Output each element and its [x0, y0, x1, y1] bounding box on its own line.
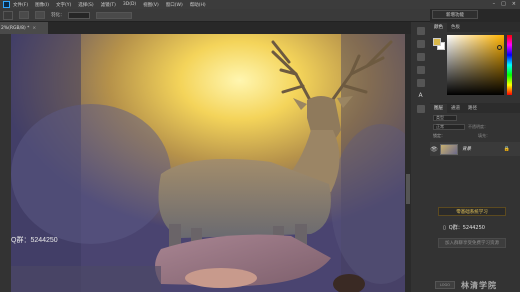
feather-input[interactable] — [67, 11, 90, 19]
opacity-label: 不透明度： — [468, 123, 488, 129]
style-select[interactable] — [95, 11, 132, 19]
menu-3d[interactable]: 3D(D) — [123, 2, 136, 7]
layer-name: 背景 — [462, 147, 471, 152]
options-bar: 羽化： — [0, 9, 430, 22]
color-picker-field[interactable] — [447, 35, 504, 95]
join-group-button[interactable]: 加入群聊享受免费学习资源 — [438, 238, 506, 248]
character-panel-icon[interactable]: A — [418, 92, 422, 100]
tab-close-icon[interactable]: × — [32, 26, 36, 31]
qq-group-text: Q群：5244250 — [448, 225, 485, 231]
document-tab[interactable]: 2%(RGB/8) * × — [0, 22, 48, 34]
brand-name: 林清学院 — [461, 280, 497, 290]
photoshop-logo-icon — [3, 1, 10, 8]
tab-channels[interactable]: 通道 — [447, 104, 464, 113]
menu-image[interactable]: 图像(I) — [35, 2, 49, 8]
tab-color[interactable]: 颜色 — [430, 23, 447, 32]
menu-help[interactable]: 帮助(H) — [190, 2, 206, 8]
qq-group-line: ▯ Q群：5244250 — [443, 224, 520, 232]
menu-bar: 文件(F) 图像(I) 文字(Y) 选择(S) 滤镜(T) 3D(D) 视图(V… — [0, 0, 520, 9]
layer-row[interactable]: 👁 背景 🔒 — [430, 142, 520, 156]
menu-filter[interactable]: 滤镜(T) — [101, 2, 116, 8]
close-icon[interactable]: × — [512, 1, 516, 7]
promo-overlay: 零基础系统学习 ▯ Q群：5244250 加入群聊享受免费学习资源 — [430, 207, 520, 248]
qq-icon: ▯ — [443, 224, 446, 231]
layer-lock-icon: 🔒 — [503, 146, 510, 152]
history-icon[interactable] — [416, 27, 425, 35]
blend-mode-select[interactable]: 正常 — [433, 123, 465, 130]
styles-icon[interactable] — [416, 79, 425, 87]
brush-icon[interactable] — [416, 53, 425, 61]
menu-type[interactable]: 文字(Y) — [56, 2, 71, 8]
workspace-select[interactable]: 新增功能 — [432, 10, 478, 19]
canvas-qq-watermark: Q群：5244250 — [11, 237, 58, 244]
color-panel — [430, 32, 520, 102]
canvas-image — [11, 34, 405, 292]
brand-watermark: LOGO 林清学院 — [430, 278, 520, 292]
lock-label: 锁定： — [433, 132, 445, 138]
color-panel-tabs: 颜色 色板 — [430, 22, 520, 32]
foreground-background-swatches[interactable] — [433, 38, 445, 50]
tab-swatches[interactable]: 色板 — [447, 23, 464, 32]
scrollbar-thumb[interactable] — [406, 174, 410, 204]
menu-view[interactable]: 视图(V) — [143, 2, 159, 8]
fill-label: 填充： — [478, 132, 490, 138]
foreground-color-swatch[interactable] — [433, 38, 441, 46]
layer-kind-filter[interactable]: 类型 — [433, 114, 457, 121]
learn-system-button[interactable]: 零基础系统学习 — [438, 207, 506, 216]
selection-mode-add[interactable] — [35, 11, 45, 19]
document-canvas[interactable]: Q群：5244250 — [11, 34, 405, 292]
lock-fill-row: 锁定： 填充： — [430, 131, 520, 140]
tab-layers[interactable]: 图层 — [430, 104, 447, 113]
tab-paths[interactable]: 路径 — [464, 104, 481, 113]
window-controls: – □ × — [493, 1, 516, 7]
visibility-eye-icon[interactable]: 👁 — [430, 146, 438, 153]
color-picker-ring[interactable] — [497, 45, 502, 50]
menu-file[interactable]: 文件(F) — [13, 2, 28, 8]
menu-select[interactable]: 选择(S) — [78, 2, 93, 8]
menu-window[interactable]: 窗口(W) — [166, 2, 183, 8]
document-tab-title: 2%(RGB/8) * — [1, 25, 30, 31]
minimize-icon[interactable]: – — [493, 1, 496, 7]
selection-mode-new[interactable] — [19, 11, 29, 19]
brand-logo-icon: LOGO — [435, 281, 455, 289]
panel-dock-strip: A — [411, 22, 430, 292]
properties-icon[interactable] — [416, 40, 425, 48]
adjustments-icon[interactable] — [416, 66, 425, 74]
maximize-icon[interactable]: □ — [501, 1, 506, 7]
hue-slider[interactable] — [507, 35, 512, 95]
tool-preset-picker[interactable] — [3, 10, 13, 20]
layers-panel-tabs: 图层 通道 路径 — [430, 103, 520, 113]
tools-panel — [0, 22, 11, 292]
layer-thumbnail — [440, 143, 458, 155]
right-panels: 颜色 色板 图层 通道 路径 类型 正常 不透明度： 锁定： 填充： 👁 背景 … — [430, 22, 520, 292]
blend-opacity-row: 正常 不透明度： — [430, 122, 520, 131]
paragraph-icon[interactable] — [416, 105, 425, 113]
layer-filter-row: 类型 — [430, 113, 520, 122]
layers-panel: 图层 通道 路径 类型 正常 不透明度： 锁定： 填充： 👁 背景 🔒 — [430, 103, 520, 156]
feather-label: 羽化： — [51, 13, 65, 18]
